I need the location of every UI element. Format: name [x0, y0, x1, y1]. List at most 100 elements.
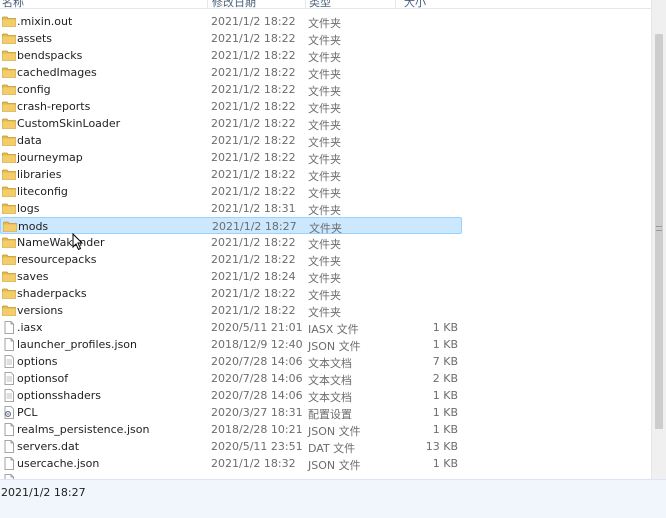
file-type: 文本文档 [308, 391, 352, 404]
file-size: 1 KB [432, 321, 458, 334]
file-type: 文件夹 [308, 289, 341, 302]
text-file-icon [2, 389, 16, 402]
file-name: mods [18, 220, 49, 233]
folder-icon [3, 220, 17, 233]
file-list: .mixin.out 2021/1/2 18:22 文件夹 assets 2021/1/… [0, 13, 652, 479]
folder-row[interactable]: versions 2021/1/2 18:22 文件夹 [0, 302, 462, 319]
folder-icon [2, 236, 16, 249]
folder-row[interactable]: liteconfig 2021/1/2 18:22 文件夹 [0, 183, 462, 200]
file-size: 1 KB [432, 406, 458, 419]
file-type: 文件夹 [308, 85, 341, 98]
column-date-header[interactable]: 修改日期 [212, 0, 256, 8]
folder-row[interactable]: config 2021/1/2 18:22 文件夹 [0, 81, 462, 98]
file-modified-date: 2021/1/2 18:22 [211, 100, 296, 113]
file-name: optionsof [17, 372, 69, 385]
file-type: 文件夹 [308, 51, 341, 64]
folder-row[interactable]: CustomSkinLoader 2021/1/2 18:22 文件夹 [0, 115, 462, 132]
file-name: .iasx [17, 321, 43, 334]
folder-row[interactable]: cachedImages 2021/1/2 18:22 文件夹 [0, 64, 462, 81]
file-name: bendspacks [17, 49, 83, 62]
file-row[interactable] [0, 472, 462, 479]
folder-row[interactable]: data 2021/1/2 18:22 文件夹 [0, 132, 462, 149]
column-header: 名称 修改日期 类型 大小 [0, 0, 652, 9]
file-name: cachedImages [17, 66, 97, 79]
folder-icon [2, 151, 16, 164]
file-type: JSON 文件 [308, 425, 361, 438]
file-modified-date: 2020/5/11 21:01 [211, 321, 303, 334]
folder-row[interactable]: shaderpacks 2021/1/2 18:22 文件夹 [0, 285, 462, 302]
folder-icon [2, 100, 16, 113]
folder-row[interactable]: libraries 2021/1/2 18:22 文件夹 [0, 166, 462, 183]
file-modified-date: 2021/1/2 18:31 [211, 202, 296, 215]
folder-icon [2, 270, 16, 283]
file-type: 文件夹 [308, 306, 341, 319]
file-icon [2, 338, 16, 351]
file-row[interactable]: options 2020/7/28 14:06 文本文档 7 KB [0, 353, 462, 370]
file-modified-date: 2021/1/2 18:27 [212, 220, 297, 233]
folder-icon [2, 304, 16, 317]
file-type: IASX 文件 [308, 323, 359, 336]
file-name: PCL [17, 406, 38, 419]
file-modified-date: 2021/1/2 18:22 [211, 117, 296, 130]
folder-icon [2, 287, 16, 300]
file-type: 配置设置 [308, 408, 352, 421]
file-type: 文件夹 [308, 255, 341, 268]
column-type-header[interactable]: 类型 [309, 0, 331, 8]
file-name: versions [17, 304, 64, 317]
file-name: usercache.json [17, 457, 100, 470]
file-modified-date: 2018/2/28 10:21 [211, 423, 303, 436]
file-modified-date: 2021/1/2 18:22 [211, 185, 296, 198]
file-modified-date: 2020/7/28 14:06 [211, 389, 303, 402]
file-type: DAT 文件 [308, 442, 356, 455]
file-row[interactable]: realms_persistence.json 2018/2/28 10:21 JS… [0, 421, 462, 438]
file-name: launcher_profiles.json [17, 338, 138, 351]
folder-icon [2, 49, 16, 62]
file-row[interactable]: .iasx 2020/5/11 21:01 IASX 文件 1 KB [0, 319, 462, 336]
column-divider[interactable] [305, 0, 306, 8]
file-row[interactable]: usercache.json 2021/1/2 18:32 JSON 文件 1 KB [0, 455, 462, 472]
file-name: assets [17, 32, 53, 45]
file-type: 文件夹 [308, 238, 341, 251]
file-type: JSON 文件 [308, 340, 361, 353]
folder-icon [2, 66, 16, 79]
file-name: liteconfig [17, 185, 68, 198]
column-size-header[interactable]: 大小 [404, 0, 426, 8]
file-name: logs [17, 202, 40, 215]
file-row[interactable]: optionsshaders 2020/7/28 14:06 文本文档 1 KB [0, 387, 462, 404]
file-row[interactable]: launcher_profiles.json 2018/12/9 12:40 JSO… [0, 336, 462, 353]
folder-icon [2, 185, 16, 198]
column-divider[interactable] [207, 0, 208, 8]
folder-row[interactable]: logs 2021/1/2 18:31 文件夹 [0, 200, 462, 217]
folder-row[interactable]: crash-reports 2021/1/2 18:22 文件夹 [0, 98, 462, 115]
folder-row[interactable]: assets 2021/1/2 18:22 文件夹 [0, 30, 462, 47]
file-type: 文件夹 [308, 204, 341, 217]
file-name: crash-reports [17, 100, 91, 113]
file-icon [2, 423, 16, 436]
folder-row[interactable]: mods 2021/1/2 18:27 文件夹 [0, 217, 462, 235]
file-row[interactable]: PCL 2020/3/27 18:31 配置设置 1 KB [0, 404, 462, 421]
folder-row[interactable]: resourcepacks 2021/1/2 18:22 文件夹 [0, 251, 462, 268]
file-type: JSON 文件 [308, 459, 361, 472]
file-modified-date: 2021/1/2 18:22 [211, 83, 296, 96]
file-row[interactable]: optionsof 2020/7/28 14:06 文本文档 2 KB [0, 370, 462, 387]
file-name: data [17, 134, 42, 147]
scrollbar-thumb[interactable] [655, 34, 663, 429]
folder-row[interactable]: NameWakander 2021/1/2 18:22 文件夹 [0, 234, 462, 251]
mouse-cursor-icon [72, 233, 84, 251]
selected-modified-date: 2021/1/2 18:27 [1, 486, 86, 499]
file-modified-date: 2021/1/2 18:22 [211, 168, 296, 181]
folder-row[interactable]: bendspacks 2021/1/2 18:22 文件夹 [0, 47, 462, 64]
text-file-icon [2, 355, 16, 368]
folder-row[interactable]: saves 2021/1/2 18:24 文件夹 [0, 268, 462, 285]
column-divider[interactable] [395, 0, 396, 8]
file-name: servers.dat [17, 440, 80, 453]
folder-row[interactable]: journeymap 2021/1/2 18:22 文件夹 [0, 149, 462, 166]
file-size: 1 KB [432, 423, 458, 436]
file-modified-date: 2020/5/11 23:51 [211, 440, 303, 453]
file-type: 文件夹 [308, 170, 341, 183]
vertical-scrollbar[interactable] [651, 0, 666, 479]
folder-row[interactable]: .mixin.out 2021/1/2 18:22 文件夹 [0, 13, 462, 30]
file-row[interactable]: servers.dat 2020/5/11 23:51 DAT 文件 13 KB [0, 438, 462, 455]
column-name-header[interactable]: 名称 [2, 0, 24, 8]
file-modified-date: 2020/7/28 14:06 [211, 372, 303, 385]
